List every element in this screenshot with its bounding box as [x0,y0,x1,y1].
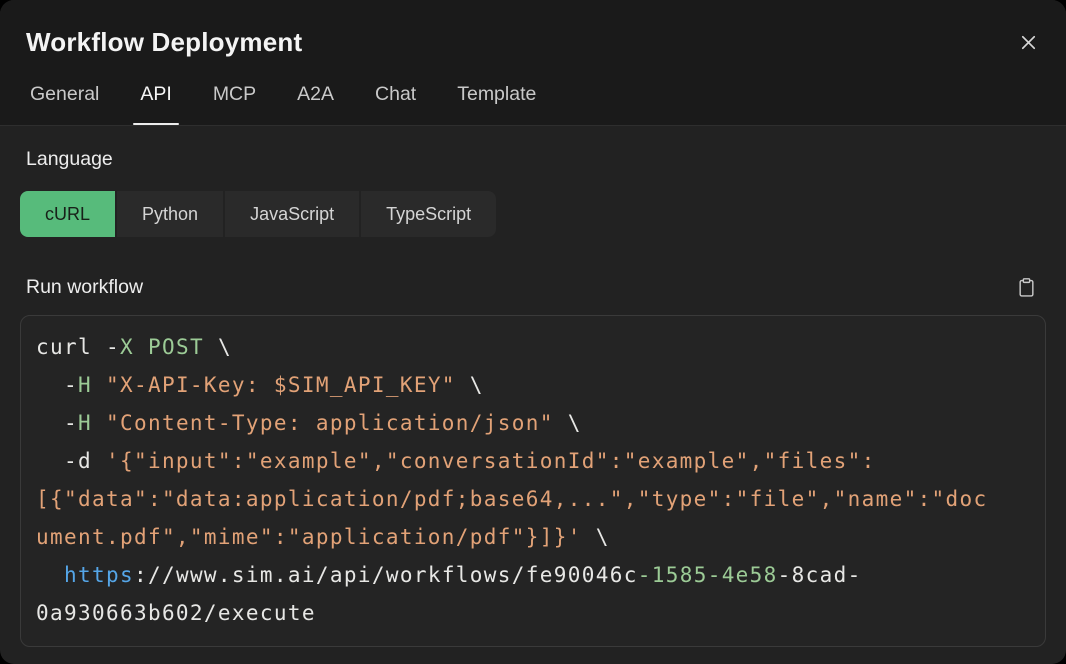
code-line: -d '{"input":"example","conversationId":… [36,442,1030,480]
code-token: -d [36,449,106,473]
code-token: \ [554,411,582,435]
code-token: \ [204,335,232,359]
language-option-python[interactable]: Python [117,191,223,237]
code-token: -8cad- [778,563,862,587]
code-token: X [120,335,134,359]
close-icon [1017,31,1040,54]
code-line: ument.pdf","mime":"application/pdf"}]}' … [36,518,1030,556]
dialog-header: Workflow Deployment General API MCP A2A … [0,0,1066,126]
code-token: ://www.sim.ai/api/workflows/fe90046c [134,563,638,587]
copy-button[interactable] [1012,273,1040,301]
code-token: "X-API-Key: $SIM_API_KEY" [92,373,456,397]
run-workflow-row: Run workflow [26,275,1042,299]
code-token: POST [148,335,204,359]
code-token: https [64,563,134,587]
code-line: [{"data":"data:application/pdf;base64,..… [36,480,1030,518]
code-line: -H "Content-Type: application/json" \ [36,404,1030,442]
code-token [134,335,148,359]
clipboard-icon [1017,277,1036,298]
code-token: ument.pdf","mime":"application/pdf"}]}' [36,525,582,549]
code-token: "Content-Type: application/json" [92,411,554,435]
close-button[interactable] [1010,24,1046,60]
tab-mcp[interactable]: MCP [213,83,256,125]
code-token: H [78,411,92,435]
code-block: curl -X POST \ -H "X-API-Key: $SIM_API_K… [20,315,1046,647]
code-token: \ [456,373,484,397]
code-token: \ [582,525,610,549]
code-token [36,563,64,587]
code-line: curl -X POST \ [36,328,1030,366]
run-workflow-label: Run workflow [26,276,143,299]
code-token: 0a930663b602/execute [36,601,316,625]
code-token: - [36,373,78,397]
tab-template[interactable]: Template [457,83,536,125]
code-line: 0a930663b602/execute [36,594,1030,632]
workflow-deployment-dialog: Workflow Deployment General API MCP A2A … [0,0,1066,664]
tab-api[interactable]: API [140,83,171,125]
code-line: -H "X-API-Key: $SIM_API_KEY" \ [36,366,1030,404]
tab-bar: General API MCP A2A Chat Template [30,83,1040,125]
code-line: https://www.sim.ai/api/workflows/fe90046… [36,556,1030,594]
dialog-body: Language cURL Python JavaScript TypeScri… [0,148,1066,647]
code-token: '{"input":"example","conversationId":"ex… [106,449,876,473]
code-token: - [36,411,78,435]
tab-chat[interactable]: Chat [375,83,416,125]
code-token: -1585-4e58 [638,563,778,587]
tab-general[interactable]: General [30,83,99,125]
tab-a2a[interactable]: A2A [297,83,334,125]
code-token: curl - [36,335,120,359]
dialog-title: Workflow Deployment [26,26,1040,58]
language-selector: cURL Python JavaScript TypeScript [20,191,496,237]
code-token: H [78,373,92,397]
language-option-javascript[interactable]: JavaScript [225,191,359,237]
language-option-typescript[interactable]: TypeScript [361,191,496,237]
language-label: Language [26,148,1040,170]
language-option-curl[interactable]: cURL [20,191,115,237]
code-token: [{"data":"data:application/pdf;base64,..… [36,487,988,511]
